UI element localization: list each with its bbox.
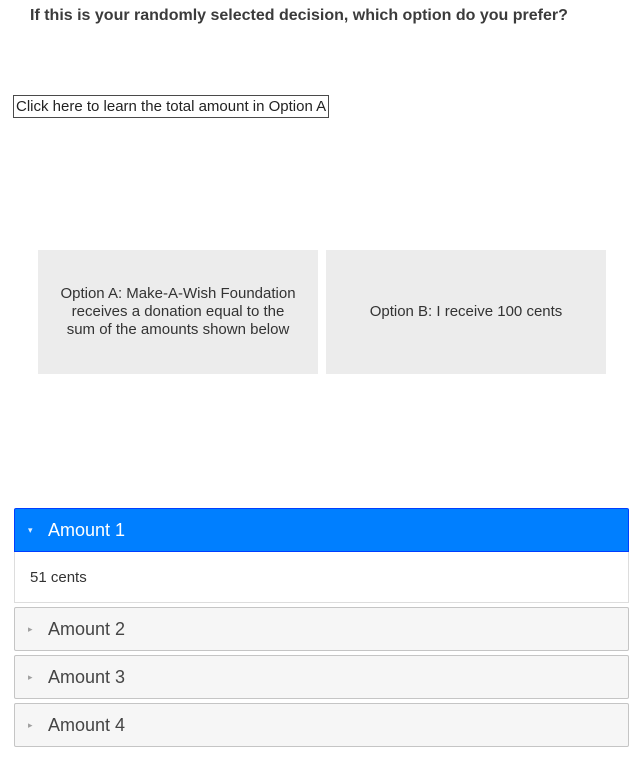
option-b-button[interactable]: Option B: I receive 100 cents <box>326 250 606 374</box>
accordion-title: Amount 3 <box>48 666 126 687</box>
accordion-title: Amount 2 <box>48 618 126 639</box>
accordion-title: Amount 1 <box>48 519 126 540</box>
reveal-total-button[interactable]: Click here to learn the total amount in … <box>13 95 330 118</box>
option-a-label: Option A: Make-A-Wish Foundation receive… <box>60 285 296 338</box>
accordion-header-amount-2[interactable]: ▸ Amount 2 <box>14 607 629 651</box>
triangle-down-icon: ▾ <box>28 524 33 535</box>
option-b-label: Option B: I receive 100 cents <box>369 303 563 320</box>
triangle-right-icon: ▸ <box>28 719 33 730</box>
amount-value: 51 cents <box>30 568 87 586</box>
accordion-header-amount-3[interactable]: ▸ Amount 3 <box>14 655 629 699</box>
triangle-right-icon: ▸ <box>28 623 33 634</box>
accordion-header-amount-4[interactable]: ▸ Amount 4 <box>14 703 629 747</box>
amounts-accordion: ▾ Amount 1 51 cents ▸ Amount 2 ▸ Amount … <box>14 508 629 747</box>
option-a-button[interactable]: Option A: Make-A-Wish Foundation receive… <box>38 250 318 374</box>
accordion-header-amount-1[interactable]: ▾ Amount 1 <box>14 508 629 552</box>
accordion-panel-amount-1: 51 cents <box>14 552 629 603</box>
triangle-right-icon: ▸ <box>28 671 33 682</box>
accordion-title: Amount 4 <box>48 714 126 735</box>
question-text: If this is your randomly selected decisi… <box>30 7 568 24</box>
